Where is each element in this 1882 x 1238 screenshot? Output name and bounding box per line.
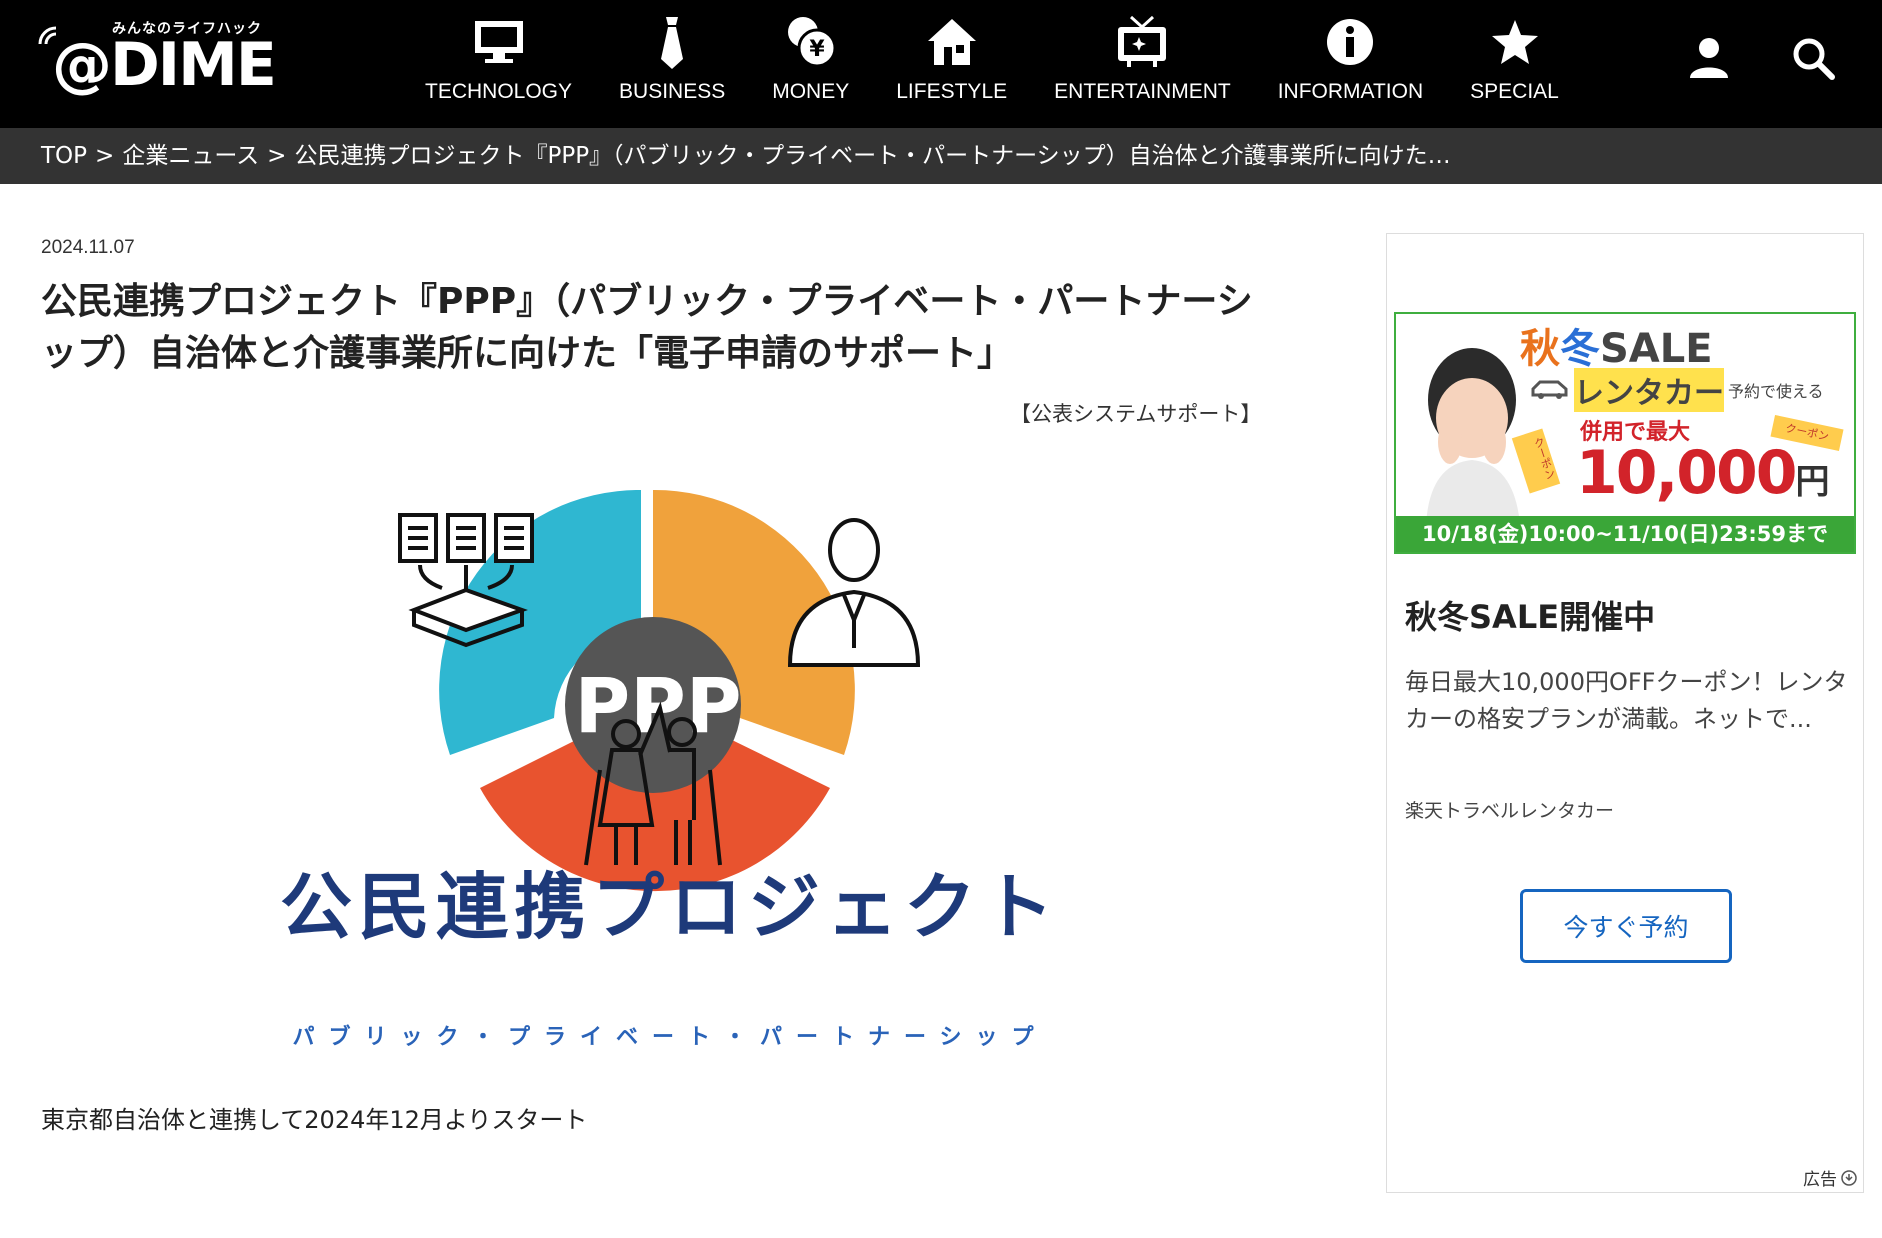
ad-label-text: 広告 [1803, 1170, 1837, 1190]
ad-description: 毎日最大10,000円OFFクーポン！レンタカーの格安プランが満載。ネットで..… [1405, 668, 1848, 733]
nav-business[interactable]: BUSINESS [619, 0, 725, 128]
breadcrumb-separator: > [267, 143, 287, 169]
nav-label: SPECIAL [1470, 80, 1559, 103]
nav-information[interactable]: INFORMATION [1278, 0, 1423, 128]
nav-label: BUSINESS [619, 80, 726, 103]
sidebar-ad: 秋冬SALE レンタカー 予約で使える 併用で最大 10,000円 クーポン ク… [1386, 233, 1864, 1193]
user-button[interactable] [1681, 30, 1737, 86]
svg-text:¥: ¥ [809, 37, 825, 62]
ad-label[interactable]: 広告 [1803, 1165, 1857, 1190]
article-lead: 東京都自治体と連携して2024年12月よりスタート [41, 1106, 588, 1134]
breadcrumb: TOP > 企業ニュース > 公民連携プロジェクト『PPP』（パブリック・プライベート・… [0, 128, 1882, 184]
ppp-center-text: PPP [574, 661, 741, 750]
nav-label: INFORMATION [1277, 80, 1424, 103]
ad-sale-winter: 冬 [1560, 326, 1600, 372]
ad-amount-yen: 円 [1795, 462, 1830, 502]
hero-subtitle-text: パブリック・プライベート・パートナーシップ [292, 1024, 1047, 1050]
nav-label: MONEY [772, 80, 850, 103]
nav-technology[interactable]: TECHNOLOGY [425, 0, 572, 128]
ad-rentacar-note: 予約で使える [1728, 382, 1824, 401]
nav-special[interactable]: SPECIAL [1470, 0, 1559, 128]
tv-icon [1112, 12, 1172, 72]
reserve-now-button[interactable]: 今すぐ予約 [1520, 889, 1732, 963]
main-nav: TECHNOLOGY BUSINESS ¥ MONEY LIFESTYLE EN… [425, 0, 1606, 128]
nav-label: LIFESTYLE [896, 80, 1008, 103]
article-source: 【公表システムサポート】 [1010, 402, 1262, 426]
logo-wordmark: @DIME [52, 30, 277, 100]
breadcrumb-top[interactable]: TOP [41, 143, 87, 169]
article-date: 2024.11.07 [41, 237, 135, 258]
breadcrumb-current: 公民連携プロジェクト『PPP』（パブリック・プライベート・パートナーシップ）自治… [294, 143, 1451, 169]
ad-amount-value: 10,000 [1576, 438, 1798, 508]
ad-banner-image[interactable]: 秋冬SALE レンタカー 予約で使える 併用で最大 10,000円 クーポン ク… [1394, 312, 1856, 554]
monitor-icon [469, 12, 529, 72]
yen-coin-icon: ¥ [781, 12, 841, 72]
nav-money[interactable]: ¥ MONEY [772, 0, 849, 128]
article-title: 公民連携プロジェクト『PPP』（パブリック・プライベート・パートナーシップ）自治… [41, 281, 1253, 374]
breadcrumb-separator: > [95, 143, 115, 169]
ad-rentacar-line: レンタカー 予約で使える [1530, 368, 1824, 412]
ad-sale-text: SALE [1600, 326, 1713, 372]
user-icon [1690, 38, 1728, 78]
nav-lifestyle[interactable]: LIFESTYLE [896, 0, 1007, 128]
nav-entertainment[interactable]: ENTERTAINMENT [1054, 0, 1231, 128]
necktie-icon [642, 12, 702, 72]
ad-sale-autumn: 秋 [1520, 326, 1560, 372]
info-icon [1320, 12, 1380, 72]
ad-amount: 10,000円 [1576, 438, 1830, 508]
ad-info-icon [1841, 1169, 1857, 1186]
car-icon [1531, 380, 1568, 399]
search-button[interactable] [1785, 30, 1841, 86]
site-logo[interactable]: みんなのライフハック @DIME [38, 18, 280, 100]
ad-heading[interactable]: 秋冬SALE開催中 [1405, 592, 1655, 638]
nav-label: ENTERTAINMENT [1054, 80, 1231, 103]
ad-sale-title: 秋冬SALE [1520, 316, 1713, 374]
article-hero-image: PPP 公民連携プロジェクト パブリック・プライベート・パートナーシップ [250, 470, 1090, 1070]
search-icon [1793, 38, 1835, 80]
house-icon [922, 12, 982, 72]
ad-brand: 楽天トラベルレンタカー [1405, 800, 1615, 822]
ad-rentacar-text: レンタカー [1574, 368, 1724, 412]
breadcrumb-category[interactable]: 企業ニュース [122, 143, 259, 169]
star-icon [1485, 12, 1545, 72]
ad-period-strip: 10/18(金)10:00~11/10(日)23:59まで [1396, 516, 1854, 552]
hero-title-text: 公民連携プロジェクト [280, 865, 1060, 949]
site-header: みんなのライフハック @DIME TECHNOLOGY BUSINESS ¥ M… [0, 0, 1882, 128]
nav-label: TECHNOLOGY [425, 80, 573, 103]
